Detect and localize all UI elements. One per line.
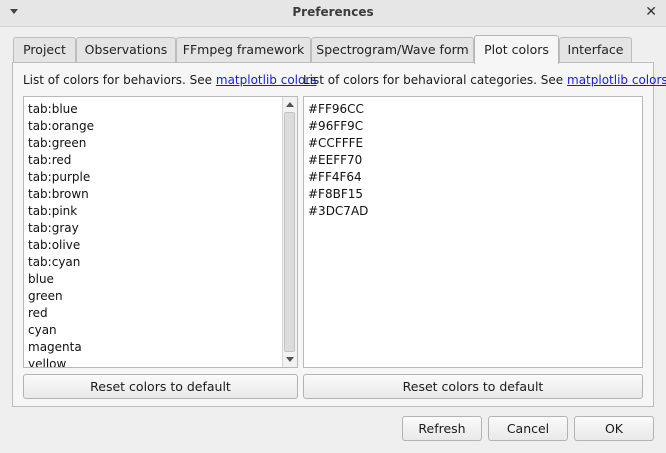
list-item[interactable]: tab:gray	[28, 220, 94, 237]
behaviors-caption-text: List of colors for behaviors. See	[23, 73, 213, 87]
list-item[interactable]: tab:red	[28, 152, 94, 169]
cancel-button[interactable]: Cancel	[488, 416, 568, 441]
list-item[interactable]: #EEFF70	[308, 152, 368, 169]
categories-matplotlib-link[interactable]: matplotlib colors	[567, 73, 666, 87]
list-item[interactable]: #FF4F64	[308, 169, 368, 186]
list-item[interactable]: magenta	[28, 339, 94, 356]
list-item[interactable]: yellow	[28, 356, 94, 367]
behaviors-matplotlib-link[interactable]: matplotlib colors	[216, 73, 317, 87]
behaviors-caption: List of colors for behaviors. See matplo…	[23, 73, 317, 87]
list-item[interactable]: #F8BF15	[308, 186, 368, 203]
categories-caption-text: List of colors for behavioral categories…	[303, 73, 564, 87]
list-item[interactable]: #96FF9C	[308, 118, 368, 135]
behavior-colors-items: tab:blue tab:orange tab:green tab:red tab:pu…	[28, 101, 94, 367]
close-icon[interactable]: ✕	[645, 4, 657, 20]
tab-ffmpeg-framework[interactable]: FFmpeg framework	[176, 37, 311, 62]
list-item[interactable]: tab:blue	[28, 101, 94, 118]
title-bar: Preferences ✕	[0, 0, 666, 27]
arrow-up-icon[interactable]	[286, 102, 294, 107]
list-item[interactable]: tab:olive	[28, 237, 94, 254]
list-item[interactable]: blue	[28, 271, 94, 288]
list-item[interactable]: tab:orange	[28, 118, 94, 135]
category-colors-items: #FF96CC #96FF9C #CCFFFE #EEFF70 #FF4F64 #F8BF…	[308, 101, 368, 220]
window-title: Preferences	[292, 5, 374, 19]
list-item[interactable]: tab:cyan	[28, 254, 94, 271]
reset-behavior-colors-button[interactable]: Reset colors to default	[23, 374, 298, 399]
behavior-colors-scrollbar[interactable]	[282, 97, 297, 367]
list-item[interactable]: #CCFFFE	[308, 135, 368, 152]
list-item[interactable]: #FF96CC	[308, 101, 368, 118]
list-item[interactable]: green	[28, 288, 94, 305]
category-colors-list[interactable]: #FF96CC #96FF9C #CCFFFE #EEFF70 #FF4F64 #F8BF…	[303, 96, 643, 368]
categories-caption: List of colors for behavioral categories…	[303, 73, 666, 87]
plot-colors-panel: List of colors for behaviors. See matplo…	[12, 62, 666, 407]
list-item[interactable]: tab:green	[28, 135, 94, 152]
tab-project[interactable]: Project	[13, 37, 76, 62]
arrow-down-icon[interactable]	[286, 357, 294, 362]
tab-spectrogram-wave-form[interactable]: Spectrogram/Wave form	[311, 37, 474, 62]
list-item[interactable]: tab:purple	[28, 169, 94, 186]
list-item[interactable]: tab:pink	[28, 203, 94, 220]
list-item[interactable]: cyan	[28, 322, 94, 339]
refresh-button[interactable]: Refresh	[402, 416, 482, 441]
behavior-colors-list[interactable]: tab:blue tab:orange tab:green tab:red tab:pu…	[23, 96, 298, 368]
tab-observations[interactable]: Observations	[76, 37, 176, 62]
reset-category-colors-button[interactable]: Reset colors to default	[303, 374, 643, 399]
list-item[interactable]: red	[28, 305, 94, 322]
ok-button[interactable]: OK	[574, 416, 654, 441]
list-item[interactable]: #3DC7AD	[308, 203, 368, 220]
list-item[interactable]: tab:brown	[28, 186, 94, 203]
tab-plot-colors[interactable]: Plot colors	[474, 35, 559, 64]
scroll-thumb[interactable]	[284, 112, 295, 352]
tab-interface[interactable]: Interface	[559, 37, 632, 62]
